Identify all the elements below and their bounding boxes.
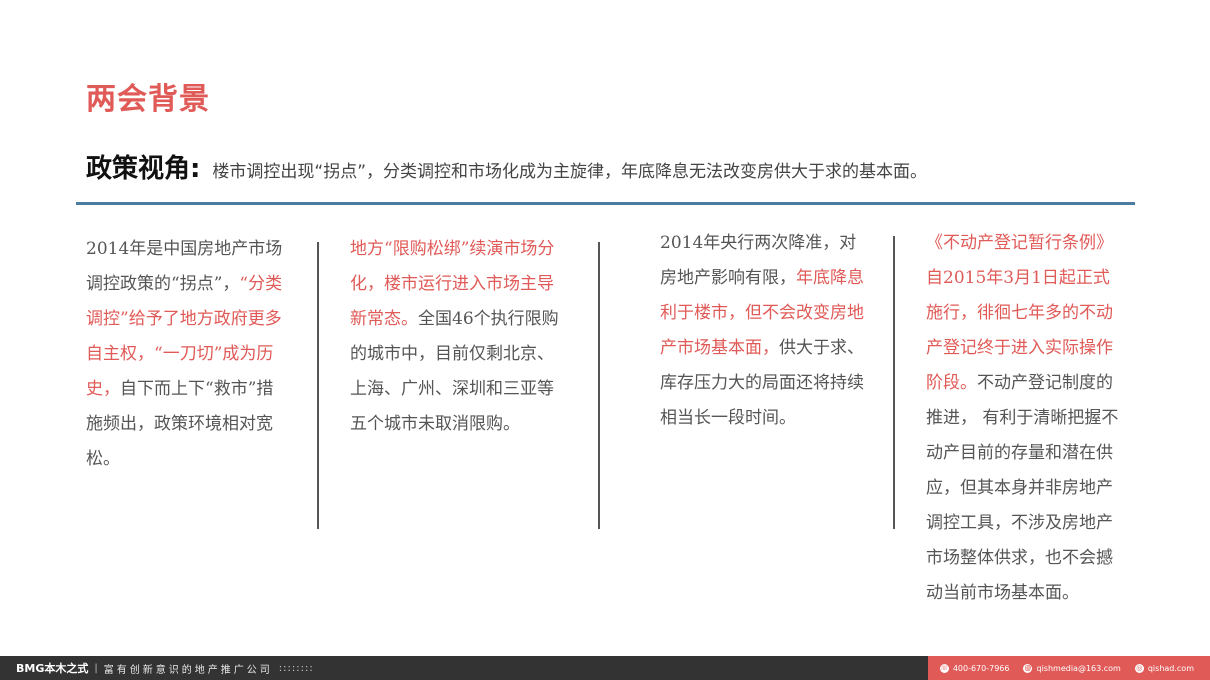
phone-number: 400-670-7966	[952, 663, 1010, 673]
footer-brand-area: BMG本木之式 | 富有创新意识的地产推广公司 ::::::::	[0, 660, 314, 676]
brand-logo: BMG本木之式	[16, 662, 89, 675]
website-link[interactable]: qishad.com	[1148, 664, 1194, 673]
header-divider	[76, 202, 1135, 205]
column-policy-turning-point: 2014年是中国房地产市场调控政策的“拐点”，“分类调控”给予了地方政府更多自主…	[86, 232, 286, 477]
policy-label: 政策视角	[86, 154, 191, 184]
policy-heading: 政策视角 : 楼市调控出现“拐点”，分类调控和市场化成为主旋律，年底降息无法改变…	[86, 148, 927, 185]
footer-dots: ::::::::	[278, 662, 314, 674]
phone-icon: ☏	[939, 663, 949, 673]
footer-bar: BMG本木之式 | 富有创新意识的地产推广公司 :::::::: ☏ 400-6…	[0, 656, 1210, 680]
footer-slogan: 富有创新意识的地产推广公司	[103, 664, 273, 676]
column-divider	[317, 242, 319, 529]
web-icon: ◎	[1134, 663, 1144, 673]
policy-summary: 楼市调控出现“拐点”，分类调控和市场化成为主旋律，年底降息无法改变房供大于求的基…	[212, 162, 928, 182]
column-highlight: 《不动产登记暂行条例》自2015年3月1日起正式施行，徘徊七年多的不动产登记终于…	[926, 233, 1113, 393]
page-title: 两会背景	[86, 82, 210, 117]
email-address[interactable]: qishmedia@163.com	[1036, 664, 1120, 673]
column-purchase-restrictions: 地方“限购松绑”续演市场分化，楼市运行进入市场主导新常态。全国46个执行限购的城…	[350, 232, 562, 442]
footer-separator: |	[94, 662, 98, 674]
contact-phone: ☏ 400-670-7966	[939, 663, 1010, 673]
column-rate-cuts: 2014年央行两次降准，对房地产影响有限，年底降息利于楼市，但不会改变房地产市场…	[660, 226, 872, 436]
column-text: 不动产登记制度的推进， 有利于清晰把握不动产目前的存量和潜在供应，但其本身并非房…	[926, 373, 1119, 603]
footer-contacts: ☏ 400-670-7966 @ qishmedia@163.com ◎ qis…	[927, 656, 1210, 680]
contact-website[interactable]: ◎ qishad.com	[1134, 663, 1194, 673]
column-divider	[598, 242, 600, 529]
column-property-registration: 《不动产登记暂行条例》自2015年3月1日起正式施行，徘徊七年多的不动产登记终于…	[926, 226, 1122, 611]
email-icon: @	[1023, 663, 1033, 673]
policy-colon: :	[190, 154, 201, 184]
contact-email[interactable]: @ qishmedia@163.com	[1023, 663, 1121, 673]
column-divider	[893, 236, 895, 529]
